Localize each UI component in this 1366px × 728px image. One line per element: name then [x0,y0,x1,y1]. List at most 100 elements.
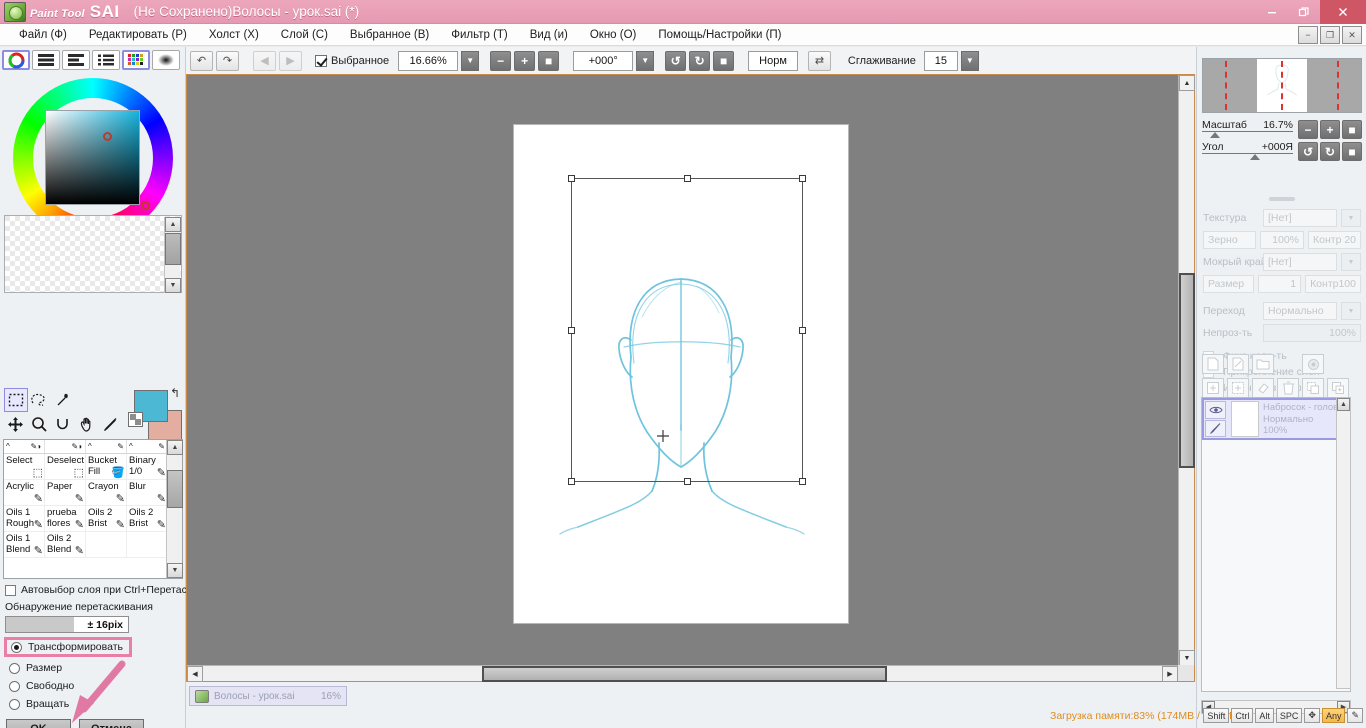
menu-help-settings[interactable]: Помощь/Настройки (П) [647,27,792,43]
color-wheel-tab[interactable] [2,50,30,70]
nav-zoom-reset-button[interactable]: ■ [1342,120,1362,139]
view-mode-button[interactable]: Норм [748,50,798,71]
ok-button[interactable]: OK [6,719,71,728]
brush-select[interactable]: Select ⬚ [4,454,45,480]
canvas-vertical-scrollbar[interactable]: ▲ ▼ [1178,75,1195,666]
layer-list[interactable]: Набросок - голова Нормально 100% ▲ [1201,397,1351,692]
swap-colors-icon[interactable]: ↰ [170,386,180,400]
rect-select-tool[interactable] [4,388,28,412]
lasso-select-tool[interactable] [28,388,52,412]
zoom-value-field[interactable]: 16.66% [398,50,459,71]
blend-mode-row[interactable]: Переход Нормально ▼ [1197,295,1366,322]
brush-empty-slot-b[interactable] [127,532,168,558]
brush-scroll-thumb[interactable] [167,470,183,508]
nav-rotate-ccw-button[interactable]: ↺ [1298,142,1318,161]
transform-mode-free-radio[interactable] [9,680,20,692]
drag-detect-slider[interactable]: ± 16pix [5,616,129,633]
add-layer-icon[interactable] [1202,378,1224,398]
move-tool[interactable] [4,412,28,436]
hand-tool[interactable] [75,412,99,436]
restore-icon[interactable] [1288,0,1320,24]
transform-mode-size[interactable]: Размер [0,659,186,677]
mdi-restore-icon[interactable]: ❐ [1320,26,1340,44]
handle-middle-right[interactable] [799,327,806,334]
zoom-in-button[interactable]: + [514,50,536,71]
rgb-sliders-tab[interactable] [32,50,60,70]
smoothing-dropdown-icon[interactable]: ▼ [960,50,979,71]
wetedge-dropdown-icon[interactable]: ▼ [1341,253,1361,271]
brush-blur[interactable]: Blur ✎ [127,480,168,506]
transform-mode-free[interactable]: Свободно [0,677,186,695]
mdi-minimize-icon[interactable]: − [1298,26,1318,44]
size-contrast-button[interactable]: Контр100 [1305,275,1361,293]
zoom-reset-button[interactable]: ■ [538,50,560,71]
taskbar-document-item[interactable]: Волосы - урок.sai 16% [189,686,347,706]
texture-value[interactable]: [Нет] [1263,209,1337,227]
rotate-reset-button[interactable]: ■ [713,50,735,71]
brush-oils2-blend[interactable]: Oils 2 Blend ✎ [45,532,86,558]
canvas-horizontal-scrollbar[interactable]: ◀ ▶ [187,665,1178,682]
canvas-scroll-down-icon[interactable]: ▼ [1179,650,1195,666]
wetedge-row[interactable]: Мокрый край [Нет] ▼ [1197,251,1366,273]
grain-value[interactable]: 100% [1259,231,1304,249]
smoothing-value-field[interactable]: 15 [923,50,958,71]
brush-list-scrollbar[interactable]: ▲ ▼ [166,440,183,578]
menu-edit[interactable]: Редактировать (Р) [78,27,198,43]
empty-tool-slot-1[interactable] [75,388,99,412]
size-value[interactable]: 1 [1258,275,1302,293]
selected-only-checkbox-box[interactable] [315,54,327,67]
gradient-tab[interactable] [152,50,180,70]
handle-top-right[interactable] [799,175,806,182]
menu-layer[interactable]: Слой (С) [270,27,339,43]
list-item[interactable]: Набросок - голова Нормально 100% [1202,398,1350,440]
transform-mode-rotate-radio[interactable] [9,698,20,710]
autoselect-layer-option[interactable]: Автовыбор слоя при Ctrl+Перетаскив [0,583,203,597]
eyedropper-tool[interactable] [98,412,122,436]
handle-top-center[interactable] [684,175,691,182]
canvas-area[interactable]: ▲ ▼ ◀ ▶ [186,74,1195,682]
layer-scroll-up-icon[interactable]: ▲ [1337,398,1350,411]
handle-bottom-left[interactable] [568,478,575,485]
texture-dropdown-icon[interactable]: ▼ [1341,209,1361,227]
brush-crayon[interactable]: Crayon ✎ [86,480,127,506]
brush-prueba-flores[interactable]: prueba flores ✎ [45,506,86,532]
grain-contrast-button[interactable]: Контр 20 [1308,231,1361,249]
swatch-scrollbar[interactable]: ▲ ▼ [164,217,181,293]
redo-icon[interactable]: ↷ [216,50,239,71]
brush-oils2-brist-a[interactable]: Oils 2 Brist ✎ [86,506,127,532]
menu-selection[interactable]: Выбранное (В) [339,27,440,43]
brush-paper[interactable]: Paper ✎ [45,480,86,506]
angle-dropdown-icon[interactable]: ▼ [636,50,655,71]
cancel-button[interactable]: Отмена [79,719,144,728]
undo-icon[interactable]: ↶ [190,50,213,71]
opacity-value[interactable]: 100% [1263,324,1361,342]
menu-filter[interactable]: Фильтр (Т) [440,27,519,43]
new-layer-icon[interactable] [1202,354,1224,374]
brush-oils2-brist-b[interactable]: Oils 2 Brist ✎ [127,506,168,532]
swatch-palette[interactable]: ▲ ▼ [4,215,182,293]
brush-oils1-rough[interactable]: Oils 1 Rough ✎ [4,506,45,532]
close-icon[interactable] [1320,0,1366,24]
clear-layer-icon[interactable] [1252,378,1274,398]
size-row[interactable]: Размер 1 Контр100 [1197,273,1366,295]
rotate-ccw-button[interactable]: ↺ [665,50,687,71]
rotate-tool[interactable] [51,412,75,436]
zoom-out-button[interactable]: − [490,50,512,71]
flip-horizontal-icon[interactable]: ⇄ [807,50,831,71]
rotate-cw-button[interactable]: ↻ [689,50,711,71]
nav-zoom-in-button[interactable]: + [1320,120,1340,139]
brush-scroll-down-icon[interactable]: ▼ [167,563,183,578]
canvas-vscroll-thumb[interactable] [1179,273,1195,468]
transform-mode-size-radio[interactable] [9,662,20,674]
brush-empty-slot-a[interactable] [86,532,127,558]
layer-options-icon[interactable] [1302,354,1324,374]
delete-layer-icon[interactable] [1277,378,1299,398]
panel-splitter-grip[interactable] [1269,197,1295,201]
brush-acrylic[interactable]: Acrylic ✎ [4,480,45,506]
blend-mode-value[interactable]: Нормально [1263,302,1337,320]
brush-oils1-blend[interactable]: Oils 1 Blend ✎ [4,532,45,558]
wetedge-value[interactable]: [Нет] [1263,253,1337,271]
angle-value-field[interactable]: +000° [573,50,634,71]
brush-deselect[interactable]: Deselect ⬚ [45,454,86,480]
brush-bucket-fill[interactable]: Bucket Fill 🪣 [86,454,127,480]
